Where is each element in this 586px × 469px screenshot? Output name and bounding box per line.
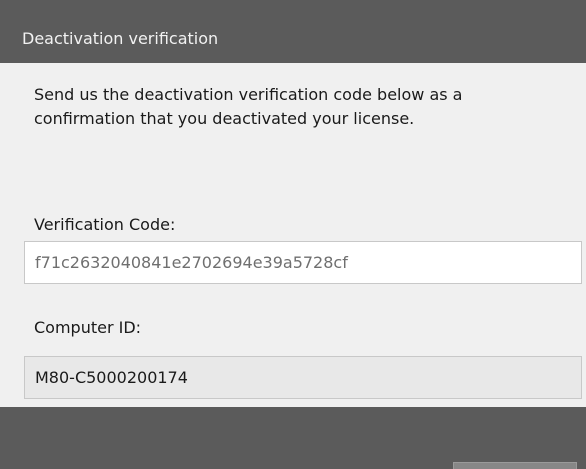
dialog-title: Deactivation verification — [22, 29, 219, 48]
dialog-footer: Ok — [0, 407, 586, 469]
deactivation-verification-dialog: Deactivation verification Send us the de… — [0, 0, 586, 469]
instruction-message: Send us the deactivation verification co… — [34, 85, 463, 128]
computer-id-field[interactable] — [24, 356, 582, 399]
verification-code-label: Verification Code: — [34, 215, 176, 234]
dialog-content: Send us the deactivation verification co… — [0, 63, 586, 407]
computer-id-label: Computer ID: — [34, 318, 142, 337]
verification-code-field[interactable] — [24, 241, 582, 284]
ok-button[interactable]: Ok — [453, 462, 577, 469]
dialog-titlebar: Deactivation verification — [0, 0, 586, 63]
